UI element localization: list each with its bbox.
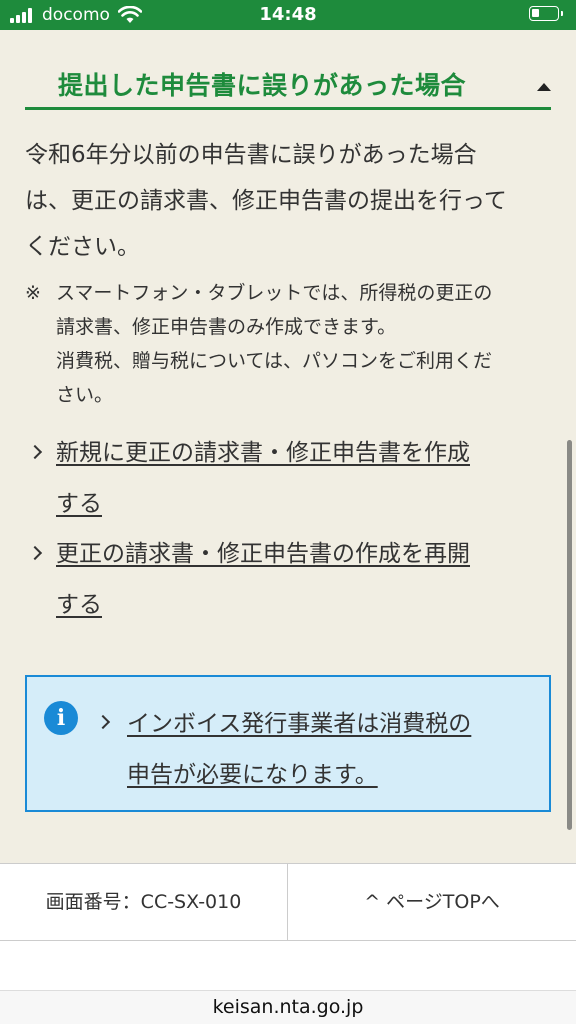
footer-extension bbox=[0, 941, 576, 991]
intro-text: 令和6年分以前の申告書に誤りがあった場合 は、更正の請求書、修正申告書の提出を行… bbox=[25, 132, 551, 270]
footer: 画面番号：CC-SX-010 ^ ページTOPへ bbox=[0, 863, 576, 941]
screen-id: 画面番号：CC-SX-010 bbox=[0, 864, 288, 941]
chevron-right-icon bbox=[27, 444, 43, 460]
invoice-info-box: i インボイス発行事業者は消費税の 申告が必要になります。 bbox=[25, 675, 551, 812]
note-line: スマートフォン・タブレットでは、所得税の更正の bbox=[56, 282, 493, 304]
url-text: keisan.nta.go.jp bbox=[212, 996, 364, 1018]
note-line: さい。 bbox=[56, 384, 114, 406]
page-top-link[interactable]: ^ ページTOPへ bbox=[288, 864, 576, 941]
resume-correction-link[interactable]: 更正の請求書・修正申告書の作成を再開 する bbox=[56, 529, 545, 631]
status-bar: docomo 14:48 bbox=[0, 0, 576, 30]
clock: 14:48 bbox=[259, 4, 317, 25]
intro-line: ください。 bbox=[25, 234, 140, 260]
collapse-arrow-icon[interactable] bbox=[537, 83, 551, 91]
note-line: 請求書、修正申告書のみ作成できます。 bbox=[56, 316, 397, 338]
intro-line: は、更正の請求書、修正申告書の提出を行って bbox=[25, 188, 507, 214]
info-icon: i bbox=[44, 701, 78, 735]
resume-correction-link-row[interactable]: 更正の請求書・修正申告書の作成を再開 する bbox=[25, 529, 545, 631]
section-title: 提出した申告書に誤りがあった場合 bbox=[58, 71, 467, 100]
scrollbar[interactable] bbox=[567, 440, 572, 830]
battery-icon bbox=[529, 6, 563, 21]
section-header[interactable]: 提出した申告書に誤りがあった場合 bbox=[25, 58, 551, 110]
intro-line: 令和6年分以前の申告書に誤りがあった場合 bbox=[25, 142, 477, 168]
note: ※ スマートフォン・タブレットでは、所得税の更正の 請求書、修正申告書のみ作成で… bbox=[25, 276, 555, 412]
note-mark: ※ bbox=[25, 282, 41, 304]
create-new-correction-link-row[interactable]: 新規に更正の請求書・修正申告書を作成 する bbox=[25, 428, 545, 530]
invoice-info-link[interactable]: インボイス発行事業者は消費税の 申告が必要になります。 bbox=[127, 699, 507, 801]
note-line: 消費税、贈与税については、パソコンをご利用くだ bbox=[56, 350, 493, 372]
create-new-correction-link[interactable]: 新規に更正の請求書・修正申告書を作成 する bbox=[56, 428, 545, 530]
chevron-right-icon bbox=[95, 714, 111, 730]
browser-url-bar[interactable]: keisan.nta.go.jp bbox=[0, 990, 576, 1024]
chevron-right-icon bbox=[27, 545, 43, 561]
